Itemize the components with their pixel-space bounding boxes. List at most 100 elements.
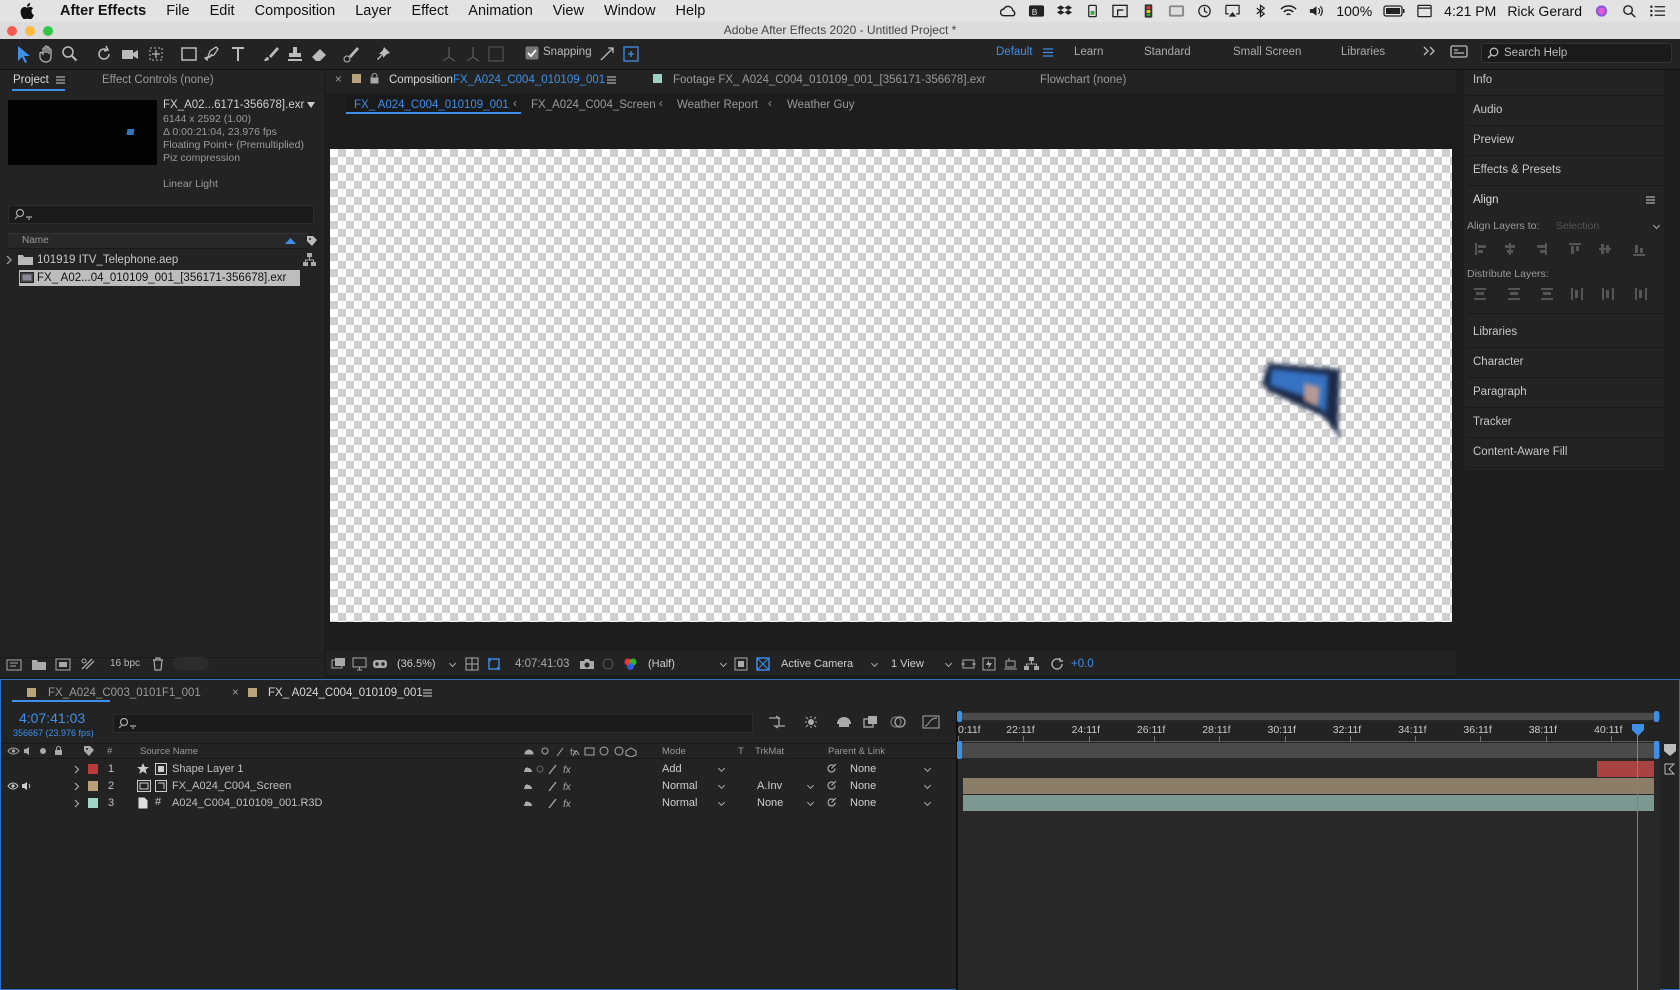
breadcrumb-weather-report[interactable]: Weather Report [677,99,758,111]
exposure-value[interactable]: +0.0 [1071,658,1094,670]
layer-switches[interactable]: fx [523,764,577,775]
draft-3d-icon[interactable] [802,715,820,729]
parent-pickwhip-icon[interactable] [826,780,837,791]
screen-app-icon[interactable] [1112,4,1129,18]
pan-behind-tool-icon[interactable] [147,45,165,63]
workspace-libraries[interactable]: Libraries [1341,46,1385,58]
comp-tab-name[interactable]: FX_A024_C004_010109_001 [453,74,605,86]
motion-blur-icon[interactable] [889,715,907,729]
sort-ascending-icon[interactable] [285,238,296,244]
siri-icon[interactable] [1593,4,1610,18]
timeline-search-input[interactable] [113,714,753,733]
current-time-indicator-head[interactable] [1632,724,1644,736]
project-item-footage[interactable]: FX_ A02...04_010109_001_[356171-356678].… [37,272,286,284]
wifi-icon[interactable] [1280,4,1297,18]
hand-tool-icon[interactable] [38,45,56,63]
close-window-button[interactable] [7,26,17,36]
close-comp-tab-icon[interactable]: × [335,74,342,86]
new-composition-icon[interactable] [55,657,71,671]
time-machine-icon[interactable] [1196,4,1213,18]
flowchart-tab[interactable]: Flowchart (none) [1040,74,1126,86]
search-help-input[interactable]: Search Help [1481,43,1672,63]
parent-dropdown[interactable]: None [850,797,932,811]
app-menu[interactable]: After Effects [50,3,156,19]
parent-pickwhip-icon[interactable] [826,797,837,808]
video-visibility-eye-icon[interactable] [7,781,19,791]
mask-visibility-icon[interactable] [487,657,501,671]
rotation-tool-icon[interactable] [95,45,113,63]
local-axis-icon[interactable] [440,45,458,63]
menu-animation[interactable]: Animation [458,3,542,19]
source-name-column-header[interactable]: Source Name [140,746,198,757]
work-area-bar[interactable] [958,743,1660,758]
comp-tab-prefix[interactable]: Composition [389,74,453,86]
user-name[interactable]: Rick Gerard [1507,3,1582,19]
mode-column-header[interactable]: Mode [662,746,686,757]
rectangle-tool-icon[interactable] [180,45,198,63]
effects-presets-panel[interactable]: Effects & Presets [1473,156,1663,184]
navigator-start-handle[interactable] [957,711,962,722]
align-target-dropdown[interactable]: Selection [1556,220,1661,234]
content-aware-fill-panel[interactable]: Content-Aware Fill [1473,438,1663,466]
clone-stamp-tool-icon[interactable] [286,45,304,63]
layer-label-swatch[interactable] [88,798,98,808]
layer-bar-2[interactable] [963,778,1654,794]
show-snapshot-icon[interactable] [601,657,616,671]
pen-tool-icon[interactable] [204,45,222,63]
graph-editor-icon[interactable] [922,715,940,729]
layer-bar-3[interactable] [963,795,1654,811]
project-search-input[interactable] [8,205,314,224]
lock-icon[interactable] [370,73,379,84]
menu-help[interactable]: Help [666,3,716,19]
volume-icon[interactable] [1308,4,1325,18]
project-item-folder[interactable]: 101919 ITV_Telephone.aep [37,254,178,266]
notification-center-icon[interactable] [1649,4,1666,18]
battery-icon[interactable] [1383,4,1405,18]
timeline-tab-c004[interactable]: FX_ A024_C004_010109_001 [268,687,423,699]
footage-dropdown-icon[interactable] [307,102,315,108]
interpret-footage-icon[interactable] [6,657,22,671]
blend-mode-dropdown[interactable]: Normal [662,780,726,794]
close-timeline-tab-icon[interactable]: × [232,687,239,699]
edit-workspaces-icon[interactable] [1450,45,1468,58]
battery-app-icon[interactable] [1084,4,1101,18]
footage-viewer-tab[interactable]: Footage FX_ A024_C004_010109_001_[356171… [673,74,986,86]
paragraph-panel[interactable]: Paragraph [1473,378,1663,406]
name-column-header[interactable]: Name [22,235,49,246]
reset-exposure-icon[interactable] [1050,657,1065,671]
blend-mode-dropdown[interactable]: Normal [662,797,726,811]
creative-cloud-icon[interactable] [1000,4,1017,18]
menu-edit[interactable]: Edit [200,3,245,19]
eraser-tool-icon[interactable] [310,45,328,63]
layer-row-1[interactable]: 1 Shape Layer 1 fx Add None [0,761,958,778]
breadcrumb-screen[interactable]: FX_A024_C004_Screen [531,99,656,111]
bluetooth-icon[interactable] [1252,4,1269,18]
parent-dropdown[interactable]: None [850,780,932,794]
panel-menu-icon[interactable] [56,76,65,84]
audio-speaker-icon[interactable] [21,781,33,791]
timeline-icon[interactable] [1003,657,1018,671]
magnification-dropdown[interactable]: (36.5%) [397,658,457,672]
comp-marker-bin-icon[interactable] [1663,743,1677,757]
comp-tab-menu-icon[interactable] [607,76,616,84]
menu-window[interactable]: Window [594,3,666,19]
time-navigator[interactable] [958,713,1660,720]
fast-previews-icon[interactable] [982,657,997,671]
menu-composition[interactable]: Composition [245,3,346,19]
blend-mode-dropdown[interactable]: Add [662,763,726,777]
zoom-tool-icon[interactable] [61,45,79,63]
vr-headset-icon[interactable] [372,657,388,671]
layer-row-3[interactable]: 3 # A024_C004_010109_001.R3D fx Normal N… [0,795,958,812]
monitor-icon[interactable] [352,657,367,671]
align-panel-title[interactable]: Align [1473,186,1663,214]
spotlight-icon[interactable] [1621,4,1638,18]
zoom-slider-icon[interactable] [1663,762,1677,776]
layer-switches[interactable]: fx [523,781,577,792]
label-column-icon[interactable] [306,235,318,247]
align-buttons-row[interactable] [1471,240,1661,258]
thumbnail-size-slider[interactable] [173,657,209,670]
breadcrumb-weather-guy[interactable]: Weather Guy [787,99,855,111]
roto-brush-tool-icon[interactable] [342,45,360,63]
menu-view[interactable]: View [543,3,594,19]
brush-tool-icon[interactable] [262,45,280,63]
